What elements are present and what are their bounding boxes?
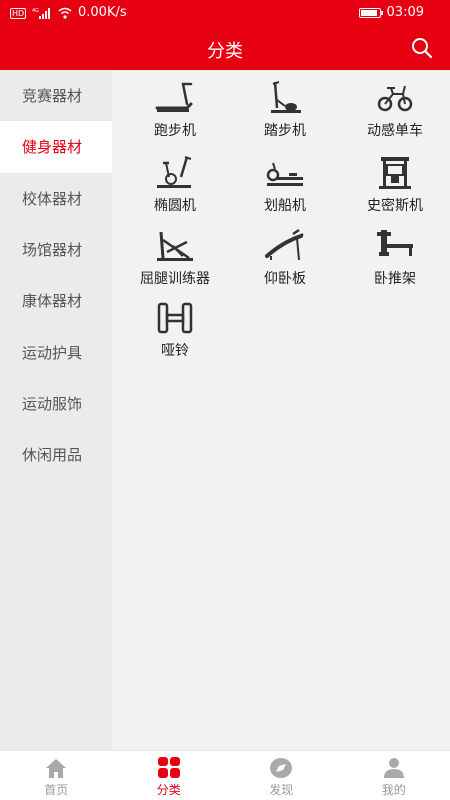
home-icon — [46, 759, 67, 778]
category-item-leg-curl[interactable]: 屈腿训练器 — [120, 228, 230, 298]
category-label: 哑铃 — [161, 343, 189, 359]
category-item-smith-machine[interactable]: 史密斯机 — [340, 155, 450, 225]
sidebar-item-rehab[interactable]: 康体器材 — [0, 275, 112, 326]
wifi-icon — [58, 7, 72, 19]
category-label: 椭圆机 — [154, 198, 196, 214]
hd-badge: HD — [10, 8, 27, 19]
status-left: HD 4G 0.00K/s — [10, 5, 127, 20]
sidebar-item-school-sports[interactable]: 校体器材 — [0, 173, 112, 224]
smith-machine-icon — [379, 157, 411, 189]
category-item-elliptical[interactable]: 椭圆机 — [120, 155, 230, 225]
network-speed: 0.00K/s — [78, 5, 127, 20]
category-label: 踏步机 — [264, 123, 306, 139]
category-label: 卧推架 — [374, 271, 416, 287]
tab-profile[interactable]: 我的 — [338, 751, 450, 800]
tab-label: 我的 — [381, 783, 406, 797]
treadmill-icon — [155, 82, 193, 112]
category-item-stepper[interactable]: 踏步机 — [230, 80, 340, 150]
bottom-tab-bar: 首页 分类 发现 我的 — [0, 750, 450, 800]
bench-press-icon — [377, 230, 413, 256]
dumbbell-icon — [157, 302, 193, 334]
compass-icon — [270, 758, 293, 778]
sit-up-board-icon — [265, 228, 304, 261]
category-label: 划船机 — [264, 198, 306, 214]
category-icon — [157, 757, 180, 778]
sidebar-item-protective-gear[interactable]: 运动护具 — [0, 326, 112, 377]
sidebar-item-leisure[interactable]: 休闲用品 — [0, 429, 112, 480]
category-item-rowing-machine[interactable]: 划船机 — [230, 155, 340, 225]
sidebar-item-fitness[interactable]: 健身器材 — [0, 121, 112, 173]
battery-icon — [358, 7, 383, 18]
category-item-dumbbell[interactable]: 哑铃 — [120, 300, 230, 370]
sidebar-item-sportswear[interactable]: 运动服饰 — [0, 378, 112, 429]
search-icon[interactable] — [410, 36, 434, 60]
signal-icon: 4G — [32, 7, 50, 19]
tab-label: 首页 — [44, 783, 69, 797]
tab-home[interactable]: 首页 — [0, 751, 113, 800]
app-header: 分类 — [0, 26, 450, 70]
status-bar: HD 4G 0.00K/s 03:09 — [0, 0, 450, 26]
user-icon — [383, 758, 404, 778]
tab-label: 分类 — [156, 783, 181, 797]
spin-bike-icon — [377, 85, 413, 112]
tab-category[interactable]: 分类 — [113, 751, 226, 800]
category-label: 屈腿训练器 — [140, 271, 210, 287]
status-right: 03:09 — [358, 5, 424, 20]
rowing-machine-icon — [266, 162, 303, 186]
category-content: 跑步机 踏步机 动感单车 椭圆机 划船机 史密斯机 屈腿训练器 仰卧板 卧推架 … — [112, 70, 450, 750]
sidebar-item-venue[interactable]: 场馆器材 — [0, 224, 112, 275]
tab-discover[interactable]: 发现 — [225, 751, 338, 800]
clock: 03:09 — [386, 5, 424, 20]
network-type-label: 4G — [32, 8, 39, 14]
tab-label: 发现 — [269, 783, 294, 797]
category-item-treadmill[interactable]: 跑步机 — [120, 80, 230, 150]
stepper-icon — [271, 81, 301, 113]
elliptical-icon — [157, 156, 192, 188]
category-label: 跑步机 — [154, 123, 196, 139]
sidebar-item-competition[interactable]: 竞赛器材 — [0, 70, 112, 121]
category-item-sit-up-board[interactable]: 仰卧板 — [230, 228, 340, 298]
category-item-spin-bike[interactable]: 动感单车 — [340, 80, 450, 150]
category-sidebar: 竞赛器材 健身器材 校体器材 场馆器材 康体器材 运动护具 运动服饰 休闲用品 — [0, 70, 112, 750]
leg-curl-icon — [157, 231, 193, 261]
category-label: 仰卧板 — [264, 271, 306, 287]
category-label: 动感单车 — [367, 123, 423, 139]
category-label: 史密斯机 — [367, 198, 423, 214]
category-item-bench-press[interactable]: 卧推架 — [340, 228, 450, 298]
page-title: 分类 — [207, 41, 243, 62]
